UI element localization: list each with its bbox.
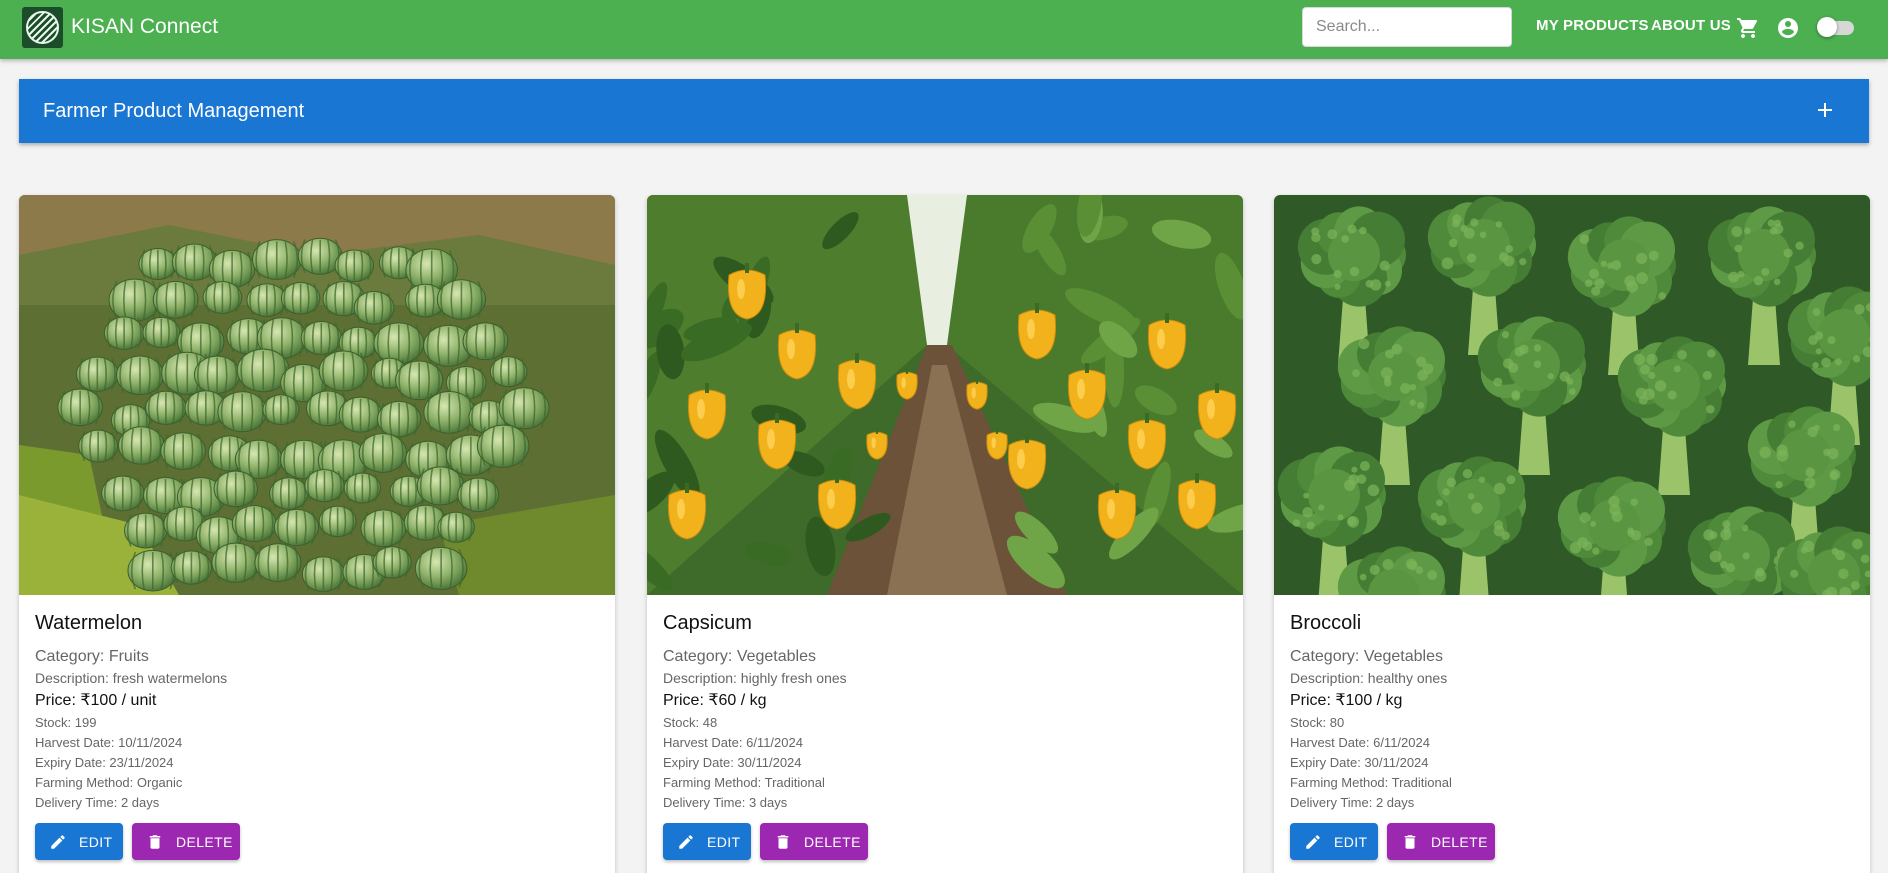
product-description: Description: fresh watermelons — [35, 670, 228, 686]
product-delivery-time: Delivery Time: 3 days — [663, 795, 788, 810]
edit-pencil-icon — [51, 834, 65, 849]
product-stock: Stock: 199 — [35, 715, 97, 730]
product-harvest-date: Harvest Date: 10/11/2024 — [35, 735, 183, 750]
product-expiry-date: Expiry Date: 30/11/2024 — [663, 755, 802, 770]
edit-pencil-icon — [1306, 834, 1320, 849]
product-price: Price: ₹100 / kg — [1290, 692, 1403, 709]
product-harvest-date: Harvest Date: 6/11/2024 — [1290, 735, 1430, 750]
edit-button[interactable]: EDIT — [663, 823, 751, 860]
product-card-capsicum: Capsicum Category: Vegetables Descriptio… — [647, 195, 1243, 873]
watermelon-photo — [19, 195, 615, 595]
product-description: Description: healthy ones — [1290, 670, 1448, 686]
edit-button[interactable]: EDIT — [35, 823, 123, 860]
product-card-broccoli: Broccoli Category: Vegetables Descriptio… — [1274, 195, 1870, 873]
product-stock: Stock: 48 — [663, 715, 718, 730]
search-input[interactable] — [1302, 7, 1512, 47]
delete-label: DELETE — [176, 833, 233, 850]
edit-button[interactable]: EDIT — [1290, 823, 1378, 860]
product-expiry-date: Expiry Date: 23/11/2024 — [35, 755, 174, 770]
nav-about-us[interactable]: ABOUT US — [1651, 17, 1731, 34]
cart-icon[interactable] — [1736, 16, 1760, 40]
product-price: Price: ₹100 / unit — [35, 692, 157, 709]
product-category: Category: Vegetables — [1290, 648, 1443, 665]
edit-label: EDIT — [1334, 833, 1368, 850]
theme-toggle[interactable] — [1817, 17, 1855, 37]
trash-icon — [777, 834, 789, 849]
product-farming-method: Farming Method: Organic — [35, 775, 183, 790]
product-name: Watermelon — [35, 612, 143, 634]
product-description: Description: highly fresh ones — [663, 670, 847, 686]
product-management-panel[interactable]: Farmer Product Management — [19, 79, 1869, 143]
delete-button[interactable]: DELETE — [132, 823, 240, 860]
broccoli-photo — [1274, 195, 1870, 595]
product-name: Capsicum — [663, 612, 752, 634]
edit-label: EDIT — [79, 833, 113, 850]
product-stock: Stock: 80 — [1290, 715, 1345, 730]
product-card-watermelon: Watermelon Category: Fruits Description:… — [19, 195, 615, 873]
kisan-logo-icon[interactable] — [22, 7, 63, 48]
trash-icon — [1404, 834, 1416, 849]
add-icon[interactable] — [1813, 98, 1837, 122]
delete-button[interactable]: DELETE — [760, 823, 868, 860]
edit-pencil-icon — [679, 834, 693, 849]
product-category: Category: Vegetables — [663, 648, 816, 665]
delete-button[interactable]: DELETE — [1387, 823, 1495, 860]
nav-my-products[interactable]: MY PRODUCTS — [1536, 17, 1649, 34]
trash-icon — [149, 834, 161, 849]
capsicum-photo — [647, 195, 1243, 595]
product-harvest-date: Harvest Date: 6/11/2024 — [663, 735, 803, 750]
product-category: Category: Fruits — [35, 648, 149, 665]
edit-label: EDIT — [707, 833, 741, 850]
product-name: Broccoli — [1290, 612, 1362, 634]
delete-label: DELETE — [804, 833, 861, 850]
toggle-thumb[interactable] — [1817, 17, 1837, 37]
app-bar: KISAN Connect MY PRODUCTS ABOUT US — [0, 0, 1888, 59]
product-delivery-time: Delivery Time: 2 days — [35, 795, 160, 810]
account-circle-icon[interactable] — [1776, 16, 1800, 40]
delete-label: DELETE — [1431, 833, 1488, 850]
panel-title: Farmer Product Management — [43, 100, 305, 122]
product-price: Price: ₹60 / kg — [663, 692, 767, 709]
product-delivery-time: Delivery Time: 2 days — [1290, 795, 1415, 810]
product-farming-method: Farming Method: Traditional — [663, 775, 825, 790]
brand-title[interactable]: KISAN Connect — [71, 15, 218, 39]
product-expiry-date: Expiry Date: 30/11/2024 — [1290, 755, 1429, 770]
product-farming-method: Farming Method: Traditional — [1290, 775, 1452, 790]
